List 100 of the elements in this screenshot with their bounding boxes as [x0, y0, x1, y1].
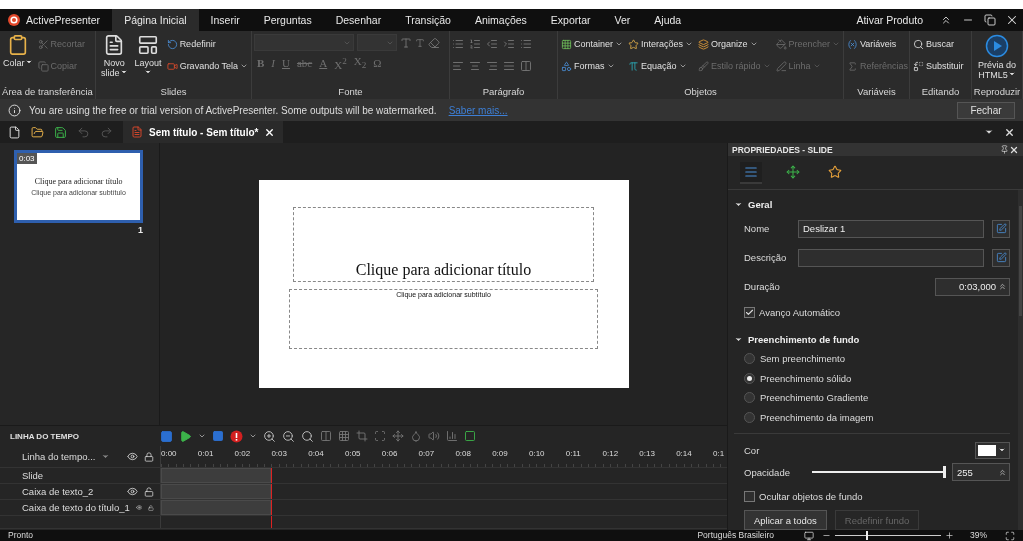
menu-tab[interactable]: Exportar: [538, 9, 603, 31]
ribbon-button[interactable]: Prévia do HTML5: [974, 34, 1020, 80]
restore-icon[interactable]: [984, 14, 996, 26]
ribbon-button[interactable]: Organize: [697, 34, 772, 54]
caret-icon[interactable]: [198, 432, 206, 440]
close-icon[interactable]: [1005, 13, 1019, 27]
radio-button[interactable]: [744, 392, 755, 404]
ribbon-button[interactable]: Buscar: [912, 34, 965, 54]
grid-icon[interactable]: [338, 430, 350, 442]
track-bar[interactable]: [161, 468, 271, 483]
language-indicator[interactable]: Português Brasileiro: [697, 530, 774, 541]
eye-icon[interactable]: [127, 486, 138, 497]
menu-tab[interactable]: Página Inicial: [112, 9, 199, 31]
ribbon-button[interactable]: Interações: [627, 34, 695, 54]
close-icon[interactable]: [264, 126, 276, 138]
align-left-icon[interactable]: [452, 60, 464, 72]
fit-icon[interactable]: [1005, 530, 1015, 541]
move-icon[interactable]: [392, 430, 404, 442]
scan-icon[interactable]: [374, 430, 386, 442]
bullet-list-icon[interactable]: [452, 38, 464, 50]
menu-tab[interactable]: Inserir: [198, 9, 252, 31]
ribbon-button[interactable]: Novo slide: [98, 34, 131, 78]
open-folder-icon[interactable]: [31, 125, 44, 139]
close-notice-button[interactable]: Fechar: [957, 101, 1015, 119]
timeline-selector[interactable]: Linha do tempo...: [22, 451, 121, 462]
save-icon[interactable]: [54, 125, 67, 139]
close-icon[interactable]: [1004, 126, 1015, 138]
ribbon-button[interactable]: Redefinir: [165, 34, 249, 54]
record-icon[interactable]: [230, 429, 243, 443]
opacity-slider[interactable]: [810, 466, 946, 478]
columns-icon[interactable]: [520, 60, 532, 72]
numbered-list-icon[interactable]: [469, 38, 481, 50]
chart-icon[interactable]: [446, 430, 458, 442]
zoom-out-icon[interactable]: [282, 429, 295, 443]
track-bar[interactable]: [161, 484, 271, 499]
caret-icon[interactable]: [249, 432, 257, 440]
menu-tab[interactable]: Animações: [462, 9, 539, 31]
ribbon-button[interactable]: Equação: [627, 56, 695, 76]
color-picker[interactable]: [975, 441, 1010, 459]
split-icon[interactable]: [320, 430, 332, 442]
play-icon[interactable]: [179, 429, 192, 443]
grow-font-icon[interactable]: [400, 36, 412, 49]
name-field[interactable]: Deslizar 1: [798, 219, 984, 238]
line-spacing-icon[interactable]: [520, 38, 532, 50]
ribbon-button[interactable]: Container: [560, 34, 625, 54]
section-header[interactable]: Preenchimento de fundo: [734, 329, 1010, 349]
menu-tab[interactable]: Ver: [602, 9, 643, 31]
zoom-in-icon[interactable]: [263, 429, 276, 443]
align-right-icon[interactable]: [486, 60, 498, 72]
ribbon-button[interactable]: Colar: [2, 34, 34, 68]
shrink-font-icon[interactable]: [415, 37, 425, 48]
align-center-icon[interactable]: [469, 60, 481, 72]
zoom-in-icon[interactable]: [945, 531, 954, 540]
layer-icon[interactable]: [160, 429, 173, 443]
lock-icon[interactable]: [144, 451, 154, 462]
zoom-slider[interactable]: [835, 531, 941, 540]
monitor-icon[interactable]: [804, 530, 814, 541]
collapse-ribbon-icon[interactable]: [940, 14, 952, 26]
eye-icon[interactable]: [127, 451, 138, 462]
scrollbar[interactable]: [1018, 190, 1023, 530]
radio-button[interactable]: [744, 411, 755, 423]
ribbon-button[interactable]: Substituir: [912, 56, 965, 76]
edit-button[interactable]: [992, 219, 1010, 238]
stop-icon[interactable]: [212, 430, 224, 442]
ribbon-button[interactable]: Variáveis: [846, 34, 910, 54]
track-bar[interactable]: [161, 500, 271, 515]
new-file-icon[interactable]: [8, 125, 21, 139]
section-header[interactable]: Geral: [734, 194, 1010, 214]
droplet-icon[interactable]: [410, 430, 422, 442]
radio-button[interactable]: [744, 353, 755, 365]
activate-product-link[interactable]: Ativar Produto: [844, 14, 935, 26]
menu-tab[interactable]: Desenhar: [323, 9, 394, 31]
opacity-spinbox[interactable]: 255: [952, 463, 1010, 481]
unlock-icon[interactable]: [148, 502, 154, 513]
radio-button[interactable]: [744, 372, 755, 384]
pin-icon[interactable]: [1000, 145, 1009, 155]
duration-spinbox[interactable]: 0:03,000: [935, 277, 1010, 296]
description-field[interactable]: [798, 248, 984, 267]
outdent-icon[interactable]: [486, 38, 498, 50]
checkbox[interactable]: [744, 306, 755, 318]
panel-button[interactable]: Aplicar a todos: [744, 510, 827, 530]
zoom-fit-icon[interactable]: [301, 429, 314, 443]
indent-icon[interactable]: [503, 38, 515, 50]
justify-icon[interactable]: [503, 60, 515, 72]
menu-tab[interactable]: Transição: [393, 9, 463, 31]
slider-thumb[interactable]: [943, 466, 946, 478]
ribbon-button[interactable]: Formas: [560, 56, 625, 76]
checkbox[interactable]: [744, 490, 755, 502]
eye-icon[interactable]: [135, 502, 143, 513]
unlock-icon[interactable]: [144, 486, 154, 497]
slider-thumb[interactable]: [866, 531, 869, 540]
title-placeholder[interactable]: Clique para adicionar título: [293, 207, 594, 282]
menu-tab[interactable]: Ajuda: [642, 9, 694, 31]
ribbon-button[interactable]: Layout: [133, 34, 163, 78]
menu-tab[interactable]: Perguntas: [251, 9, 324, 31]
undo-icon[interactable]: [77, 125, 90, 139]
close-icon[interactable]: [1009, 144, 1019, 155]
document-tab[interactable]: Sem título - Sem título*: [123, 121, 284, 143]
ribbon-button[interactable]: Gravando Tela: [165, 56, 249, 76]
volume-icon[interactable]: [428, 430, 440, 442]
